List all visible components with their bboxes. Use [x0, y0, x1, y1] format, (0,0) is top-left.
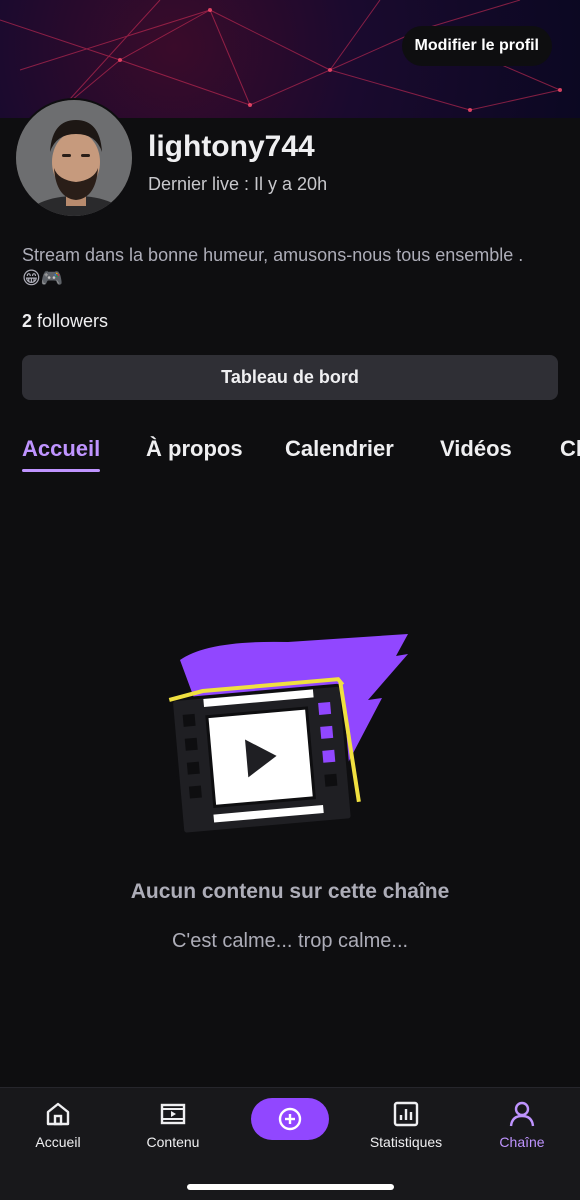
channel-tabs: Accueil À propos Calendrier Vidéos Cl — [0, 436, 580, 484]
tab-label: À propos — [146, 436, 243, 461]
nav-contenu[interactable]: Contenu — [128, 1100, 218, 1150]
empty-content-illustration — [168, 634, 408, 836]
stats-icon — [393, 1101, 419, 1127]
tab-accueil[interactable]: Accueil — [22, 436, 101, 476]
avatar[interactable] — [14, 98, 134, 218]
last-live-status: Dernier live : Il y a 20h — [148, 174, 328, 194]
user-icon — [509, 1101, 535, 1127]
empty-state-subtitle: C'est calme... trop calme... — [171, 930, 409, 952]
channel-bio: Stream dans la bonne humeur, amusons-nou… — [22, 245, 524, 288]
tab-videos[interactable]: Vidéos — [440, 436, 512, 476]
nav-label: Accueil — [35, 1134, 81, 1150]
nav-label: Statistiques — [369, 1134, 443, 1150]
edit-profile-button[interactable]: Modifier le profil — [401, 26, 552, 66]
nav-label: Chaîne — [499, 1134, 545, 1150]
nav-accueil[interactable]: Accueil — [13, 1100, 103, 1150]
bottom-navigation: Accueil Contenu Statistiques Chaîne — [0, 1087, 580, 1200]
followers-number: 2 — [22, 311, 33, 331]
tab-label: Cl — [560, 436, 580, 461]
empty-state-title: Aucun contenu sur cette chaîne — [130, 880, 450, 903]
avatar-portrait — [16, 100, 132, 216]
channel-username: lightony744 — [148, 130, 315, 163]
film-icon — [160, 1103, 186, 1125]
home-indicator[interactable] — [187, 1184, 394, 1190]
plus-circle-icon — [278, 1107, 302, 1131]
tab-label: Vidéos — [440, 436, 512, 461]
active-tab-indicator — [22, 469, 101, 472]
nav-statistiques[interactable]: Statistiques — [361, 1100, 451, 1150]
nav-chaine[interactable]: Chaîne — [477, 1100, 567, 1150]
dashboard-button[interactable]: Tableau de bord — [22, 355, 558, 400]
tab-a-propos[interactable]: À propos — [146, 436, 243, 476]
create-button[interactable] — [251, 1098, 329, 1140]
tab-clips[interactable]: Cl — [560, 436, 580, 476]
tab-label: Calendrier — [285, 436, 394, 461]
nav-label: Contenu — [146, 1134, 200, 1150]
followers-count[interactable]: 2 followers — [22, 311, 108, 332]
followers-label: followers — [37, 311, 109, 331]
tab-label: Accueil — [22, 436, 101, 461]
tab-calendrier[interactable]: Calendrier — [285, 436, 394, 476]
home-icon — [46, 1102, 70, 1126]
